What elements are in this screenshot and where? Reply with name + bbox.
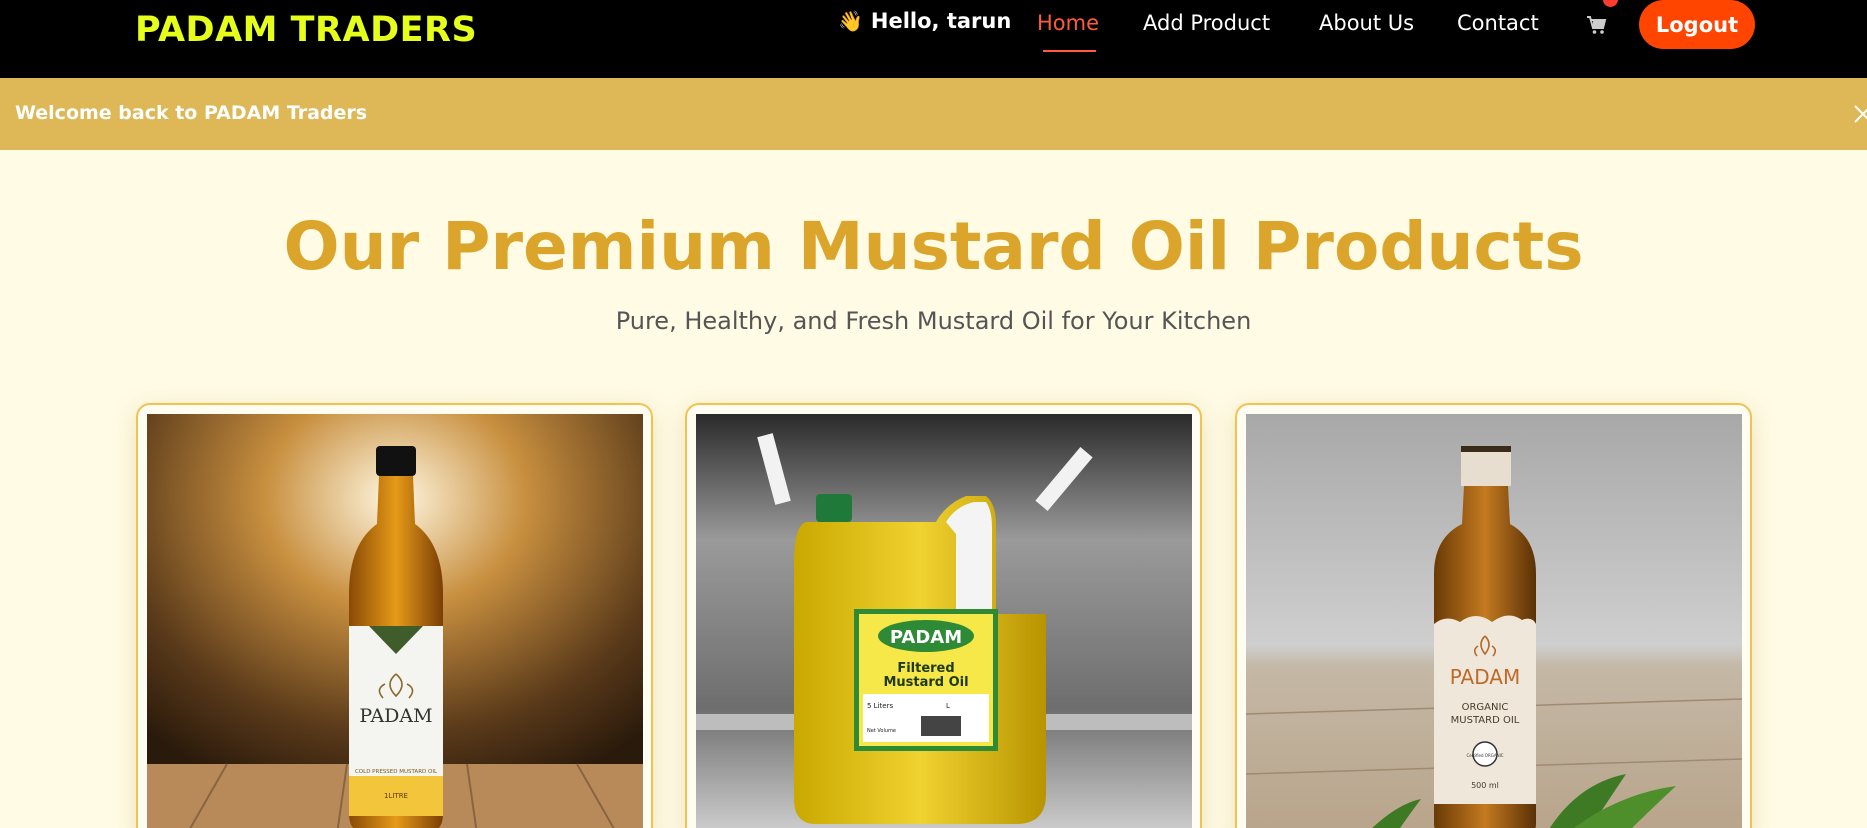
svg-text:5 Liters: 5 Liters [867,702,893,710]
product-image[interactable]: PADAM COLD PRESSED MUSTARD OIL 1LITRE [147,414,643,828]
welcome-banner: Welcome back to PADAM Traders [0,78,1867,150]
user-greeting: 👋 Hello, tarun [838,9,1011,33]
svg-text:ORGANIC: ORGANIC [1462,702,1509,713]
close-icon[interactable] [1853,104,1867,124]
greeting-text: Hello, tarun [870,9,1012,33]
cart-icon[interactable] [1586,14,1608,36]
svg-text:PADAM: PADAM [890,627,962,648]
svg-text:MUSTARD OIL: MUSTARD OIL [1451,715,1520,726]
svg-text:PADAM: PADAM [1450,665,1520,689]
nav-add-product[interactable]: Add Product [1143,11,1270,35]
product-image[interactable]: PADAM Filtered Mustard Oil 5 Liters L Ne… [696,414,1192,828]
nav-active-indicator [1043,50,1096,52]
nav-home[interactable]: Home [1037,11,1099,35]
svg-text:L: L [946,702,950,710]
logout-button[interactable]: Logout [1639,0,1755,49]
product-card[interactable]: PADAM COLD PRESSED MUSTARD OIL 1LITRE [136,403,653,828]
product-card[interactable]: PADAM ORGANIC MUSTARD OIL Certified ORGA… [1235,403,1752,828]
svg-text:Mustard Oil: Mustard Oil [883,675,968,690]
svg-text:Filtered: Filtered [897,661,954,676]
svg-text:1LITRE: 1LITRE [384,792,408,800]
nav-contact[interactable]: Contact [1457,11,1539,35]
page-title: Our Premium Mustard Oil Products [283,208,1584,285]
banner-message: Welcome back to PADAM Traders [15,102,368,124]
page-subtitle: Pure, Healthy, and Fresh Mustard Oil for… [615,307,1252,335]
brand-logo[interactable]: PADAM TRADERS [135,10,477,50]
navbar: PADAM TRADERS 👋 Hello, tarun Home Add Pr… [0,0,1867,78]
product-image[interactable]: PADAM ORGANIC MUSTARD OIL Certified ORGA… [1246,414,1742,828]
product-card[interactable]: PADAM Filtered Mustard Oil 5 Liters L Ne… [685,403,1202,828]
svg-text:Net Volume: Net Volume [867,728,896,734]
nav-about-us[interactable]: About Us [1319,11,1414,35]
svg-text:500 ml: 500 ml [1471,781,1499,790]
svg-text:PADAM: PADAM [359,705,432,727]
svg-text:Certified ORGANIC: Certified ORGANIC [1466,753,1503,758]
cart-count-badge [1603,0,1618,7]
wave-icon: 👋 [838,9,863,33]
svg-text:COLD PRESSED MUSTARD OIL: COLD PRESSED MUSTARD OIL [355,769,438,775]
